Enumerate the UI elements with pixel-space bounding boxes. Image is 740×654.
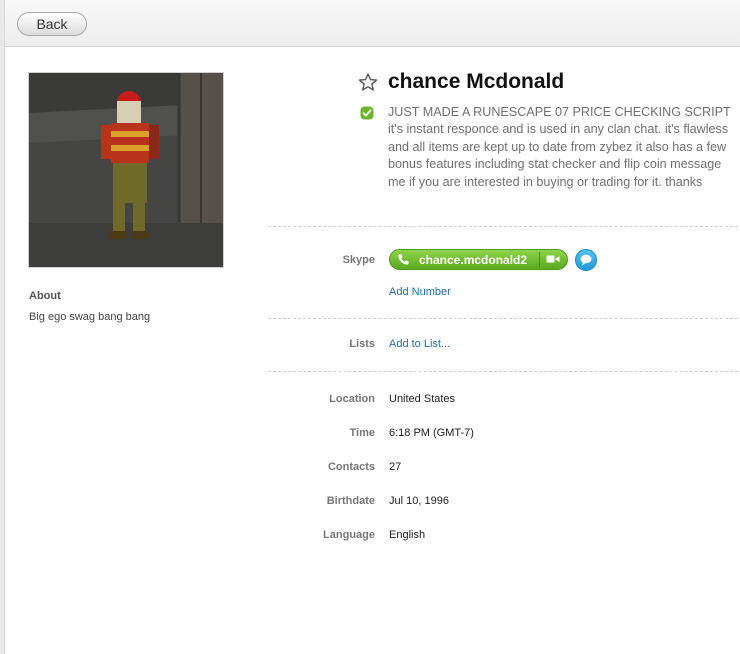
add-to-list-link[interactable]: Add to List... <box>389 338 450 350</box>
contacts-label: Contacts <box>327 461 375 473</box>
video-camera-icon[interactable] <box>546 254 560 264</box>
mood-message: JUST MADE A RUNESCAPE 07 PRICE CHECKING … <box>388 105 731 189</box>
birthdate-value: Jul 10, 1996 <box>389 495 449 507</box>
profile-avatar <box>28 72 224 268</box>
time-label: Time <box>349 427 375 439</box>
skype-handle: chance.mcdonald2 <box>419 253 528 267</box>
lists-label: Lists <box>349 338 375 350</box>
location-label: Location <box>329 393 375 405</box>
window-left-border <box>0 0 5 654</box>
language-value: English <box>389 529 426 541</box>
location-value: United States <box>389 393 456 405</box>
chat-bubble-icon <box>580 254 592 266</box>
button-separator <box>539 252 540 267</box>
star-outline-icon[interactable] <box>358 72 378 92</box>
toolbar: Back <box>5 0 740 47</box>
divider <box>268 318 738 319</box>
about-heading: About <box>29 290 61 302</box>
about-text: Big ego swag bang bang <box>29 311 151 323</box>
chat-button[interactable] <box>575 249 597 271</box>
time-value: 6:18 PM (GMT-7) <box>389 427 474 439</box>
add-number-link[interactable]: Add Number <box>389 286 451 298</box>
back-button[interactable]: Back <box>17 12 87 36</box>
avatar-image <box>29 73 223 267</box>
contacts-value: 27 <box>389 461 402 473</box>
online-status-icon <box>360 106 374 120</box>
skype-label: Skype <box>342 254 375 266</box>
birthdate-label: Birthdate <box>326 495 375 507</box>
skype-call-button[interactable]: chance.mcdonald2 <box>389 249 568 270</box>
language-label: Language <box>323 529 375 541</box>
divider <box>268 371 738 372</box>
profile-name: chance Mcdonald <box>388 70 565 93</box>
divider <box>268 226 738 227</box>
phone-icon <box>398 254 409 265</box>
